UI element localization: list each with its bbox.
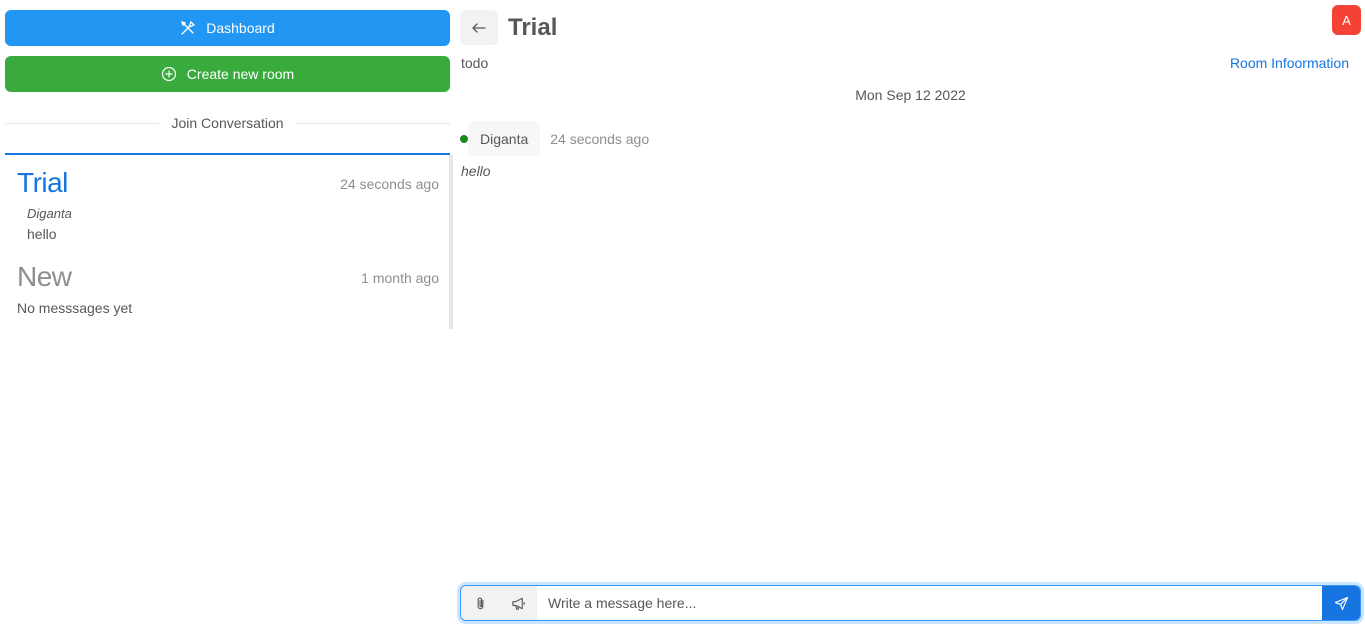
room-information-link[interactable]: Room Infoormation [1230,55,1349,71]
chat-title: Trial [508,14,558,41]
send-button[interactable] [1322,586,1360,620]
room-last-author: Diganta [27,206,72,221]
message-author[interactable]: Diganta [468,121,541,156]
room-list: Trial 24 seconds ago Diganta hello New 1… [5,153,453,329]
room-last-message: No messsages yet [17,300,133,316]
message-composer [460,585,1361,621]
join-conversation-divider: Join Conversation [5,113,450,133]
paperclip-icon [477,597,483,609]
room-last-message: hello [27,226,57,242]
room-list-scrollbar[interactable] [449,155,453,329]
room-description: todo [461,55,489,71]
room-name: New [17,261,72,292]
send-icon [1334,596,1348,610]
tools-icon [181,20,196,35]
arrow-left-icon [472,22,486,33]
sidebar: Dashboard Create new room Join Conversat… [5,10,453,630]
online-status-icon [460,134,468,143]
divider-label: Join Conversation [171,115,284,131]
room-item-trial[interactable]: Trial 24 seconds ago Diganta hello [5,155,450,251]
dashboard-label: Dashboard [206,20,275,36]
message-time: 24 seconds ago [550,130,650,147]
avatar[interactable]: A [1332,5,1361,35]
room-time: 24 seconds ago [340,176,439,192]
message-header: Diganta 24 seconds ago [460,121,649,156]
room-time: 1 month ago [361,270,439,286]
message-input[interactable] [537,586,1322,620]
plus-circle-icon [161,66,176,82]
back-button[interactable] [460,10,498,45]
message-text: hello [461,163,491,179]
attach-button[interactable] [461,586,499,620]
create-room-label: Create new room [186,66,295,82]
megaphone-icon [511,597,525,610]
dashboard-button[interactable]: Dashboard [5,10,450,46]
megaphone-button[interactable] [499,586,537,620]
room-item-new[interactable]: New 1 month ago No messsages yet [5,251,450,329]
room-name: Trial [17,167,68,198]
date-separator: Mon Sep 12 2022 [855,87,966,103]
create-room-button[interactable]: Create new room [5,56,450,92]
